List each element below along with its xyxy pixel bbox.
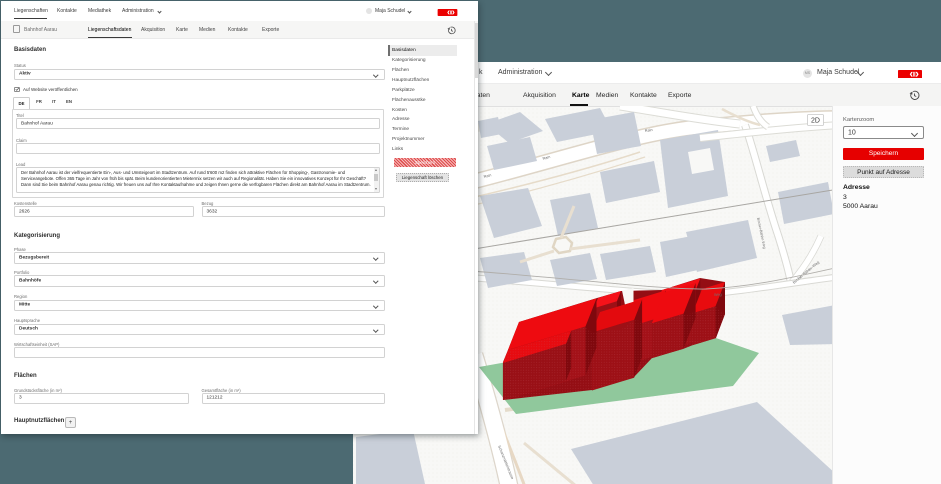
svg-text:Weg: Weg bbox=[714, 293, 722, 297]
svg-text:2D: 2D bbox=[811, 118, 820, 125]
